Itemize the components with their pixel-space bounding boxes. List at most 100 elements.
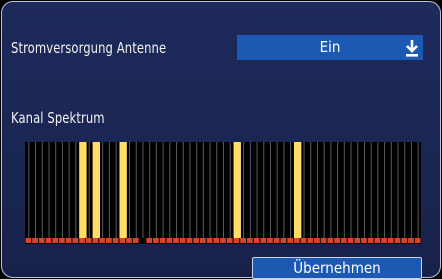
signal-segment (367, 238, 374, 243)
channel-line (283, 142, 285, 238)
signal-segment (179, 238, 186, 243)
channel-line (155, 142, 157, 238)
channel-line (169, 142, 171, 238)
signal-segment (273, 238, 280, 243)
signal-segment (173, 238, 179, 243)
active-channel-bar (119, 142, 127, 238)
channel-line (68, 142, 70, 238)
signal-segment (25, 238, 32, 243)
signal-segment (414, 238, 421, 243)
settings-panel: Stromversorgung Antenne Ein Kanal Spektr… (1, 1, 441, 279)
signal-segment (260, 238, 267, 243)
signal-segment (408, 238, 414, 243)
active-channel-bar (233, 142, 241, 238)
signal-segment (320, 238, 327, 243)
channel-line (216, 142, 218, 238)
channel-line (276, 142, 278, 238)
channel-line (363, 142, 365, 238)
signal-segment (307, 238, 314, 243)
signal-segment (166, 238, 173, 243)
signal-segment (45, 238, 52, 243)
channel-line (337, 142, 339, 238)
channel-line (310, 142, 312, 238)
channel-line (129, 142, 131, 238)
channel-line (316, 142, 318, 238)
signal-segment (85, 238, 92, 243)
channel-line (202, 142, 204, 238)
channel-line (269, 142, 271, 238)
signal-segment (52, 238, 59, 243)
signal-segment (354, 238, 361, 243)
channel-spectrum-label: Kanal Spektrum (11, 109, 105, 127)
channel-spectrum (25, 142, 421, 244)
antenna-power-label: Stromversorgung Antenne (11, 39, 167, 57)
signal-segment (287, 238, 293, 243)
channel-line (108, 142, 110, 238)
signal-segment (213, 238, 220, 243)
channel-line (290, 142, 292, 238)
signal-segment (401, 238, 408, 243)
channel-line (189, 142, 191, 238)
channel-line (256, 142, 258, 238)
channel-line (303, 142, 305, 238)
channel-line (142, 142, 144, 238)
channel-line (404, 142, 406, 238)
signal-segment (374, 238, 381, 243)
signal-segment (233, 238, 240, 243)
channel-line (28, 142, 30, 238)
signal-segment (79, 238, 85, 243)
signal-segment (246, 238, 253, 243)
channel-line (229, 142, 231, 238)
signal-segment (340, 238, 347, 243)
signal-segment (334, 238, 340, 243)
signal-segment (200, 238, 206, 243)
signal-segment (106, 238, 112, 243)
download-arrow-icon (406, 40, 418, 57)
channel-line (249, 142, 251, 238)
signal-segment (314, 238, 320, 243)
signal-segment (146, 238, 153, 243)
signal-segment (38, 238, 45, 243)
signal-segment (132, 238, 139, 243)
channel-line (410, 142, 412, 238)
active-channel-bar (79, 142, 87, 238)
signal-segment (72, 238, 79, 243)
channel-line (417, 142, 419, 238)
signal-segment (387, 238, 394, 243)
signal-segment (240, 238, 246, 243)
apply-button[interactable]: Übernehmen (252, 257, 422, 279)
channel-line (323, 142, 325, 238)
antenna-power-value: Ein (319, 38, 341, 56)
signal-segment (112, 238, 119, 243)
channel-line (350, 142, 352, 238)
channel-line (162, 142, 164, 238)
channel-line (384, 142, 386, 238)
signal-segment (126, 238, 132, 243)
channel-line (75, 142, 77, 238)
channel-line (377, 142, 379, 238)
active-channel-bar (92, 142, 100, 238)
antenna-power-dropdown[interactable]: Ein (237, 35, 423, 60)
signal-segment (65, 238, 72, 243)
signal-segment (220, 238, 226, 243)
signal-segment (381, 238, 387, 243)
signal-segment (153, 238, 159, 243)
channel-line (223, 142, 224, 238)
channel-line (330, 142, 332, 238)
channel-line (390, 142, 392, 238)
signal-segment (59, 238, 65, 243)
signal-segment (92, 238, 99, 243)
channel-line (263, 142, 265, 238)
channel-line (209, 142, 211, 238)
channel-line (102, 142, 104, 238)
channel-line (176, 142, 178, 238)
channel-line (88, 142, 90, 238)
channel-line (35, 142, 37, 238)
channel-line (196, 142, 198, 238)
signal-segment (293, 238, 300, 243)
channel-line (182, 142, 184, 238)
active-channel-bar (293, 142, 302, 238)
signal-segment (206, 238, 213, 243)
signal-segment (267, 238, 273, 243)
signal-segment (361, 238, 367, 243)
